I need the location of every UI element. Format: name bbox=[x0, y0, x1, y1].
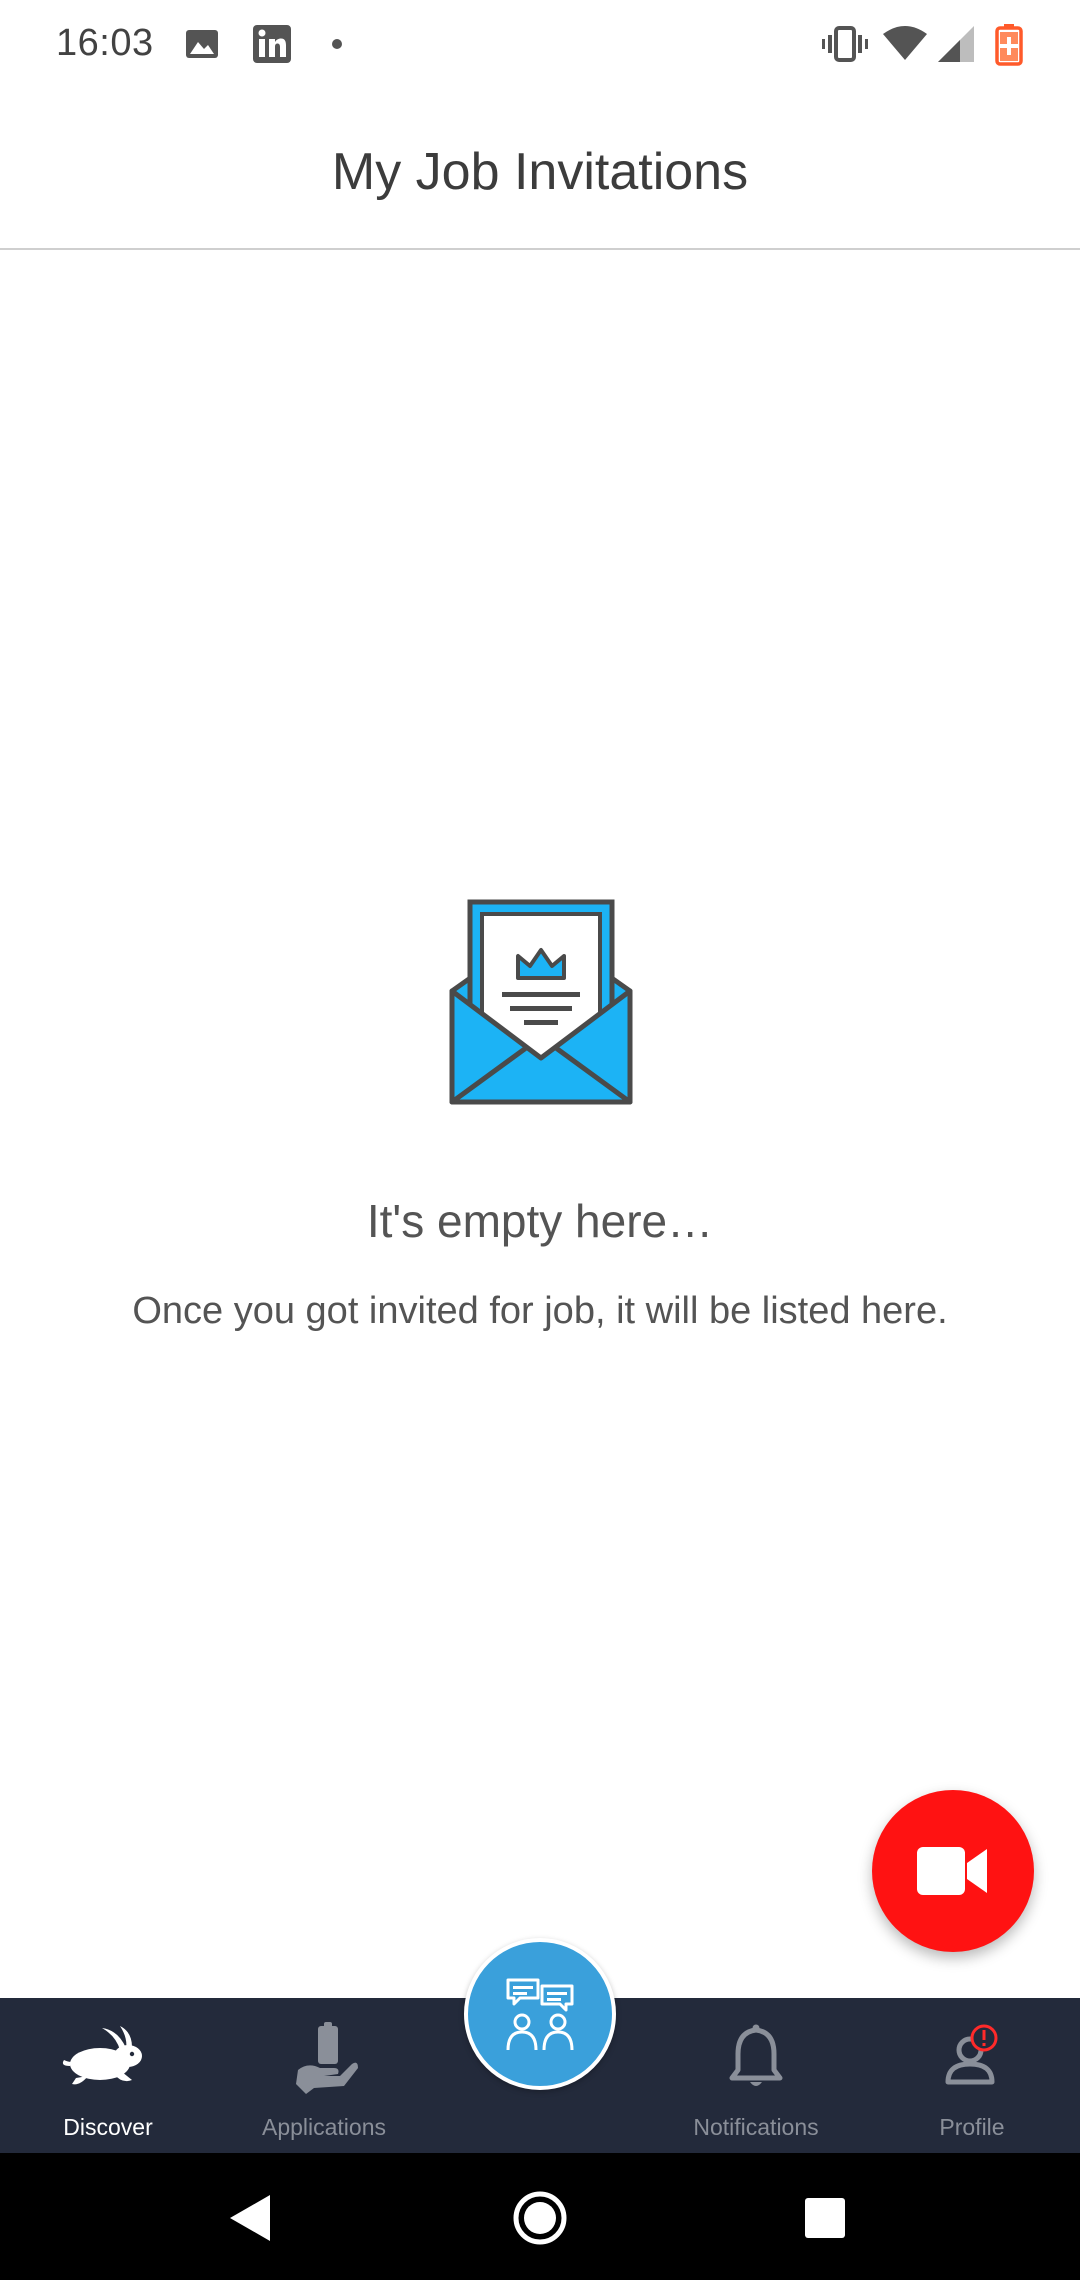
system-nav-bar bbox=[0, 2153, 1080, 2280]
nav-label-applications: Applications bbox=[261, 2114, 387, 2140]
linkedin-icon bbox=[250, 22, 294, 66]
wifi-icon bbox=[882, 22, 928, 66]
battery-charging-icon bbox=[994, 22, 1024, 66]
image-icon bbox=[184, 22, 220, 66]
home-icon bbox=[513, 2191, 567, 2245]
video-camera-icon bbox=[917, 1847, 987, 1895]
rabbit-icon bbox=[58, 2020, 158, 2096]
envelope-invitation-icon bbox=[446, 898, 636, 1108]
home-button[interactable] bbox=[505, 2183, 575, 2253]
community-chat-button[interactable] bbox=[464, 1938, 616, 2090]
nav-item-notifications[interactable]: Notifications bbox=[648, 1998, 864, 2153]
status-bar: 16:03 bbox=[0, 0, 1080, 90]
page-title: My Job Invitations bbox=[331, 143, 749, 201]
community-chat-icon bbox=[506, 1978, 574, 2051]
app-header: My Job Invitations bbox=[0, 90, 1080, 250]
back-icon bbox=[230, 2195, 270, 2241]
nav-item-applications[interactable]: Applications bbox=[216, 1998, 432, 2153]
hand-clipboard-icon bbox=[274, 2020, 374, 2096]
vibrate-icon bbox=[822, 22, 868, 66]
empty-state-title: It's empty here… bbox=[366, 1195, 714, 1247]
nav-label-profile: Profile bbox=[939, 2114, 1005, 2140]
cellular-icon bbox=[936, 22, 976, 66]
video-record-button[interactable] bbox=[872, 1790, 1034, 1952]
dot-icon bbox=[330, 22, 344, 66]
recents-icon bbox=[805, 2198, 845, 2238]
nav-label-discover: Discover bbox=[63, 2114, 153, 2140]
status-time: 16:03 bbox=[56, 22, 154, 64]
nav-item-profile[interactable]: Profile bbox=[864, 1998, 1080, 2153]
nav-label-notifications: Notifications bbox=[693, 2114, 819, 2140]
nav-item-discover[interactable]: Discover bbox=[0, 1998, 216, 2153]
bell-icon bbox=[706, 2020, 806, 2096]
recents-button[interactable] bbox=[790, 2183, 860, 2253]
profile-alert-icon bbox=[922, 2020, 1022, 2096]
back-button[interactable] bbox=[216, 2183, 286, 2253]
empty-state-description: Once you got invited for job, it will be… bbox=[132, 1290, 948, 1332]
